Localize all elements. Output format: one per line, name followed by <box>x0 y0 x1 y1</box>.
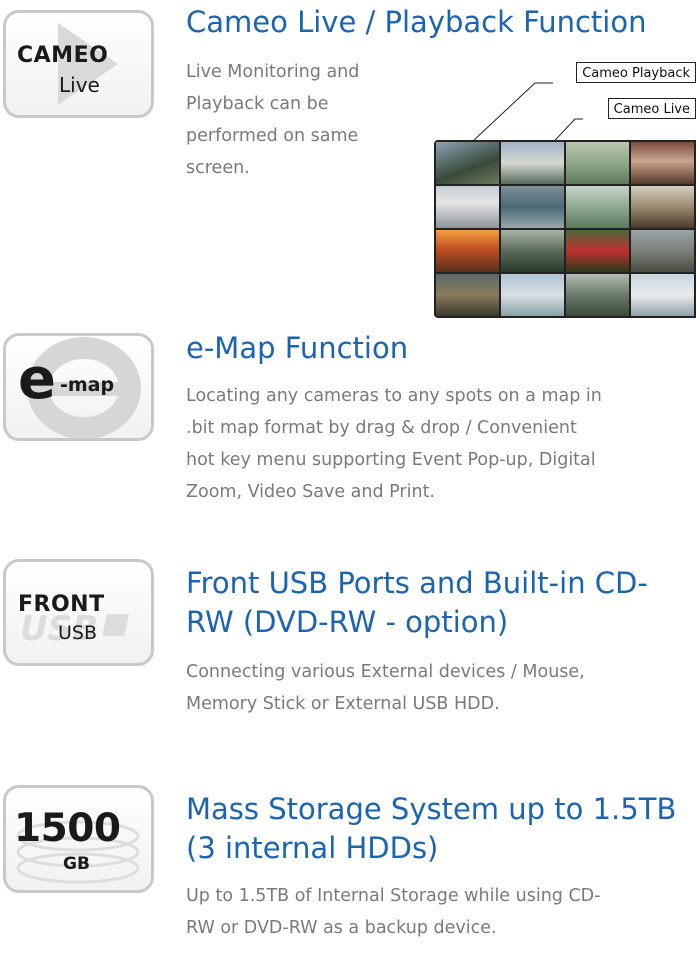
front-usb-icon: USB FRONT USB <box>3 559 154 666</box>
section-title-emap: e-Map Function <box>186 331 409 365</box>
section-title-storage: Mass Storage System up to 1.5TB (3 inter… <box>186 792 677 865</box>
cameo-label: CAMEO <box>17 43 109 68</box>
section-title-cameo: Cameo Live / Playback Function <box>186 5 647 39</box>
callout-cameo-playback: Cameo Playback <box>576 62 696 83</box>
callout-cameo-live: Cameo Live <box>607 98 696 119</box>
e-label: e <box>18 347 56 412</box>
cameo-live-icon: CAMEO Live <box>3 10 154 118</box>
section-body-storage: Up to 1.5TB of Internal Storage while us… <box>186 886 601 938</box>
e-map-icon: e -map <box>3 333 154 441</box>
storage-1500gb-icon: 1500 GB <box>3 785 154 893</box>
section-body-cameo: Live Monitoring and Playback can be perf… <box>186 62 360 178</box>
section-title-usb: Front USB Ports and Built-in CD- RW (DVD… <box>186 566 648 639</box>
map-label: -map <box>60 374 115 396</box>
camera-grid-screenshot <box>434 140 696 318</box>
capacity-number: 1500 <box>14 806 121 851</box>
capacity-unit: GB <box>63 854 90 874</box>
usb-label: USB <box>58 622 98 644</box>
live-label: Live <box>59 73 100 97</box>
section-body-emap: Locating any cameras to any spots on a m… <box>186 386 602 502</box>
section-body-usb: Connecting various External devices / Mo… <box>186 662 585 714</box>
front-label: FRONT <box>18 592 105 617</box>
